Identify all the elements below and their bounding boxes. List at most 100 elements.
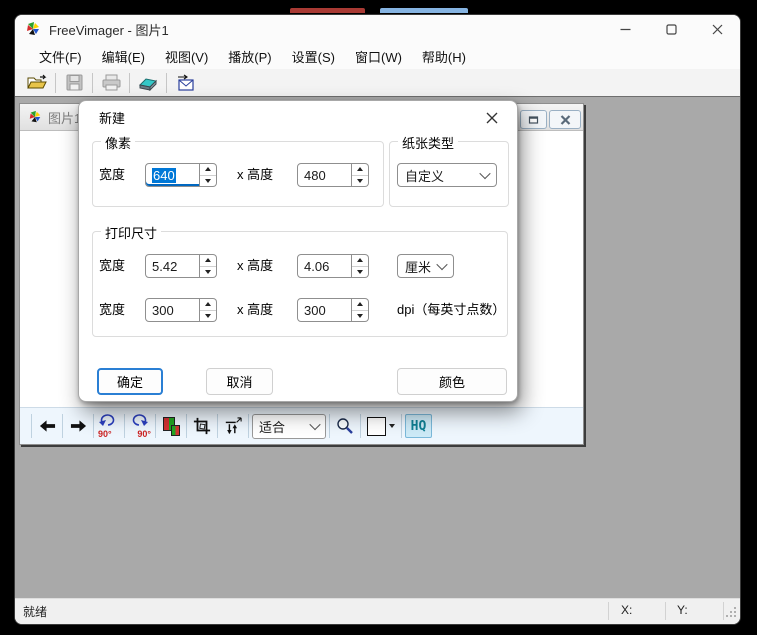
- dpi-width-input[interactable]: 300: [145, 298, 200, 322]
- hq-toggle-button[interactable]: HQ: [405, 414, 432, 438]
- print-button[interactable]: [97, 72, 125, 94]
- menu-view[interactable]: 视图(V): [155, 44, 218, 69]
- statusbar-divider: [723, 602, 724, 620]
- pixel-width-input[interactable]: 640: [145, 163, 200, 187]
- spin-up-button[interactable]: [352, 299, 368, 311]
- spin-down-button[interactable]: [200, 267, 216, 278]
- toolbar-separator: [129, 73, 130, 93]
- close-icon: [560, 115, 571, 125]
- save-button[interactable]: [60, 72, 88, 94]
- print-height-spinner[interactable]: 4.06: [297, 254, 369, 278]
- chevron-down-icon: [436, 259, 447, 270]
- print-width-input[interactable]: 5.42: [145, 254, 200, 278]
- rotate-right-label: 90°: [137, 430, 151, 439]
- image-toolbar: 90° 90°: [20, 407, 583, 444]
- menu-help[interactable]: 帮助(H): [412, 44, 476, 69]
- spin-up-button[interactable]: [200, 164, 216, 176]
- toolbar-separator: [155, 414, 156, 438]
- spin-down-button[interactable]: [352, 267, 368, 278]
- open-button[interactable]: [23, 72, 51, 94]
- child-close-button[interactable]: [549, 110, 581, 129]
- print-icon: [102, 74, 121, 91]
- pixels-group-label: 像素: [101, 133, 135, 152]
- rotate-left-button[interactable]: 90°: [97, 413, 121, 439]
- resize-grip[interactable]: [725, 606, 737, 621]
- arrow-right-icon: [70, 419, 87, 433]
- toolbar-separator: [92, 73, 93, 93]
- dpi-width-spinner[interactable]: 300: [145, 298, 217, 322]
- window-title: FreeVimager - 图片1: [49, 20, 169, 39]
- zoom-button[interactable]: [333, 413, 357, 439]
- spinner-buttons: [352, 298, 369, 322]
- color-depth-button[interactable]: [159, 413, 183, 439]
- pixel-width-spinner[interactable]: 640: [145, 163, 217, 187]
- pixel-height-spinner[interactable]: 480: [297, 163, 369, 187]
- spinner-buttons: [200, 163, 217, 187]
- spin-up-button[interactable]: [352, 255, 368, 267]
- child-window-title: 图片1: [48, 108, 81, 127]
- print-width-spinner[interactable]: 5.42: [145, 254, 217, 278]
- spin-up-button[interactable]: [352, 164, 368, 176]
- unit-value: 厘米: [405, 257, 431, 276]
- app-window: FreeVimager - 图片1 文件(F) 编辑(E) 视图(V) 播放(P…: [14, 14, 741, 625]
- toolbar-separator: [217, 414, 218, 438]
- menu-play[interactable]: 播放(P): [218, 44, 281, 69]
- ok-button[interactable]: 确定: [97, 368, 163, 395]
- email-button[interactable]: [171, 72, 199, 94]
- paper-type-select[interactable]: 自定义: [397, 163, 497, 187]
- resize-button[interactable]: [221, 413, 245, 439]
- scan-button[interactable]: [134, 72, 162, 94]
- spin-down-button[interactable]: [200, 176, 216, 187]
- dpi-height-spinner[interactable]: 300: [297, 298, 369, 322]
- color-button[interactable]: 颜色: [397, 368, 507, 395]
- maximize-button[interactable]: [648, 15, 694, 43]
- screen: FreeVimager - 图片1 文件(F) 编辑(E) 视图(V) 播放(P…: [0, 0, 757, 635]
- cancel-button[interactable]: 取消: [206, 368, 273, 395]
- next-image-button[interactable]: [66, 413, 90, 439]
- previous-image-button[interactable]: [35, 413, 59, 439]
- print-height-label: x 高度: [237, 254, 273, 278]
- titlebar[interactable]: FreeVimager - 图片1: [15, 15, 740, 43]
- unit-select[interactable]: 厘米: [397, 254, 454, 278]
- spinner-buttons: [352, 163, 369, 187]
- pixel-width-label: 宽度: [99, 163, 125, 187]
- dropdown-caret-icon: [389, 424, 395, 428]
- magnifier-icon: [336, 417, 354, 435]
- toolbar-separator: [31, 414, 32, 438]
- rotate-right-button[interactable]: 90°: [128, 413, 152, 439]
- background-color-button[interactable]: [364, 413, 398, 439]
- minimize-icon: [620, 24, 631, 35]
- spin-down-button[interactable]: [352, 311, 368, 322]
- open-folder-icon: [27, 74, 47, 91]
- dialog-close-button[interactable]: [477, 105, 507, 131]
- email-icon: [176, 74, 195, 91]
- menu-window[interactable]: 窗口(W): [345, 44, 412, 69]
- spin-up-button[interactable]: [200, 299, 216, 311]
- resize-grip-icon: [725, 606, 737, 618]
- spin-up-button[interactable]: [200, 255, 216, 267]
- dpi-height-input[interactable]: 300: [297, 298, 352, 322]
- dpi-height-label: x 高度: [237, 298, 273, 322]
- toolbar-separator: [329, 414, 330, 438]
- spin-down-button[interactable]: [200, 311, 216, 322]
- print-width-label: 宽度: [99, 254, 125, 278]
- zoom-fit-select[interactable]: 适合: [252, 414, 326, 439]
- close-button[interactable]: [694, 15, 740, 43]
- menu-edit[interactable]: 编辑(E): [92, 44, 155, 69]
- color-squares-icon: [162, 417, 180, 435]
- pixel-height-input[interactable]: 480: [297, 163, 352, 187]
- rotate-right-icon: [130, 413, 148, 427]
- crop-button[interactable]: [190, 413, 214, 439]
- menu-settings[interactable]: 设置(S): [282, 44, 345, 69]
- menu-file[interactable]: 文件(F): [29, 44, 92, 69]
- spin-down-button[interactable]: [352, 176, 368, 187]
- print-height-input[interactable]: 4.06: [297, 254, 352, 278]
- dialog-titlebar[interactable]: 新建: [79, 101, 517, 133]
- spinner-buttons: [200, 254, 217, 278]
- chevron-down-icon: [479, 168, 490, 179]
- child-restore-button[interactable]: [520, 110, 547, 129]
- status-ready-text: 就绪: [23, 603, 47, 620]
- main-toolbar: [15, 69, 740, 97]
- crop-icon: [193, 417, 211, 435]
- minimize-button[interactable]: [602, 15, 648, 43]
